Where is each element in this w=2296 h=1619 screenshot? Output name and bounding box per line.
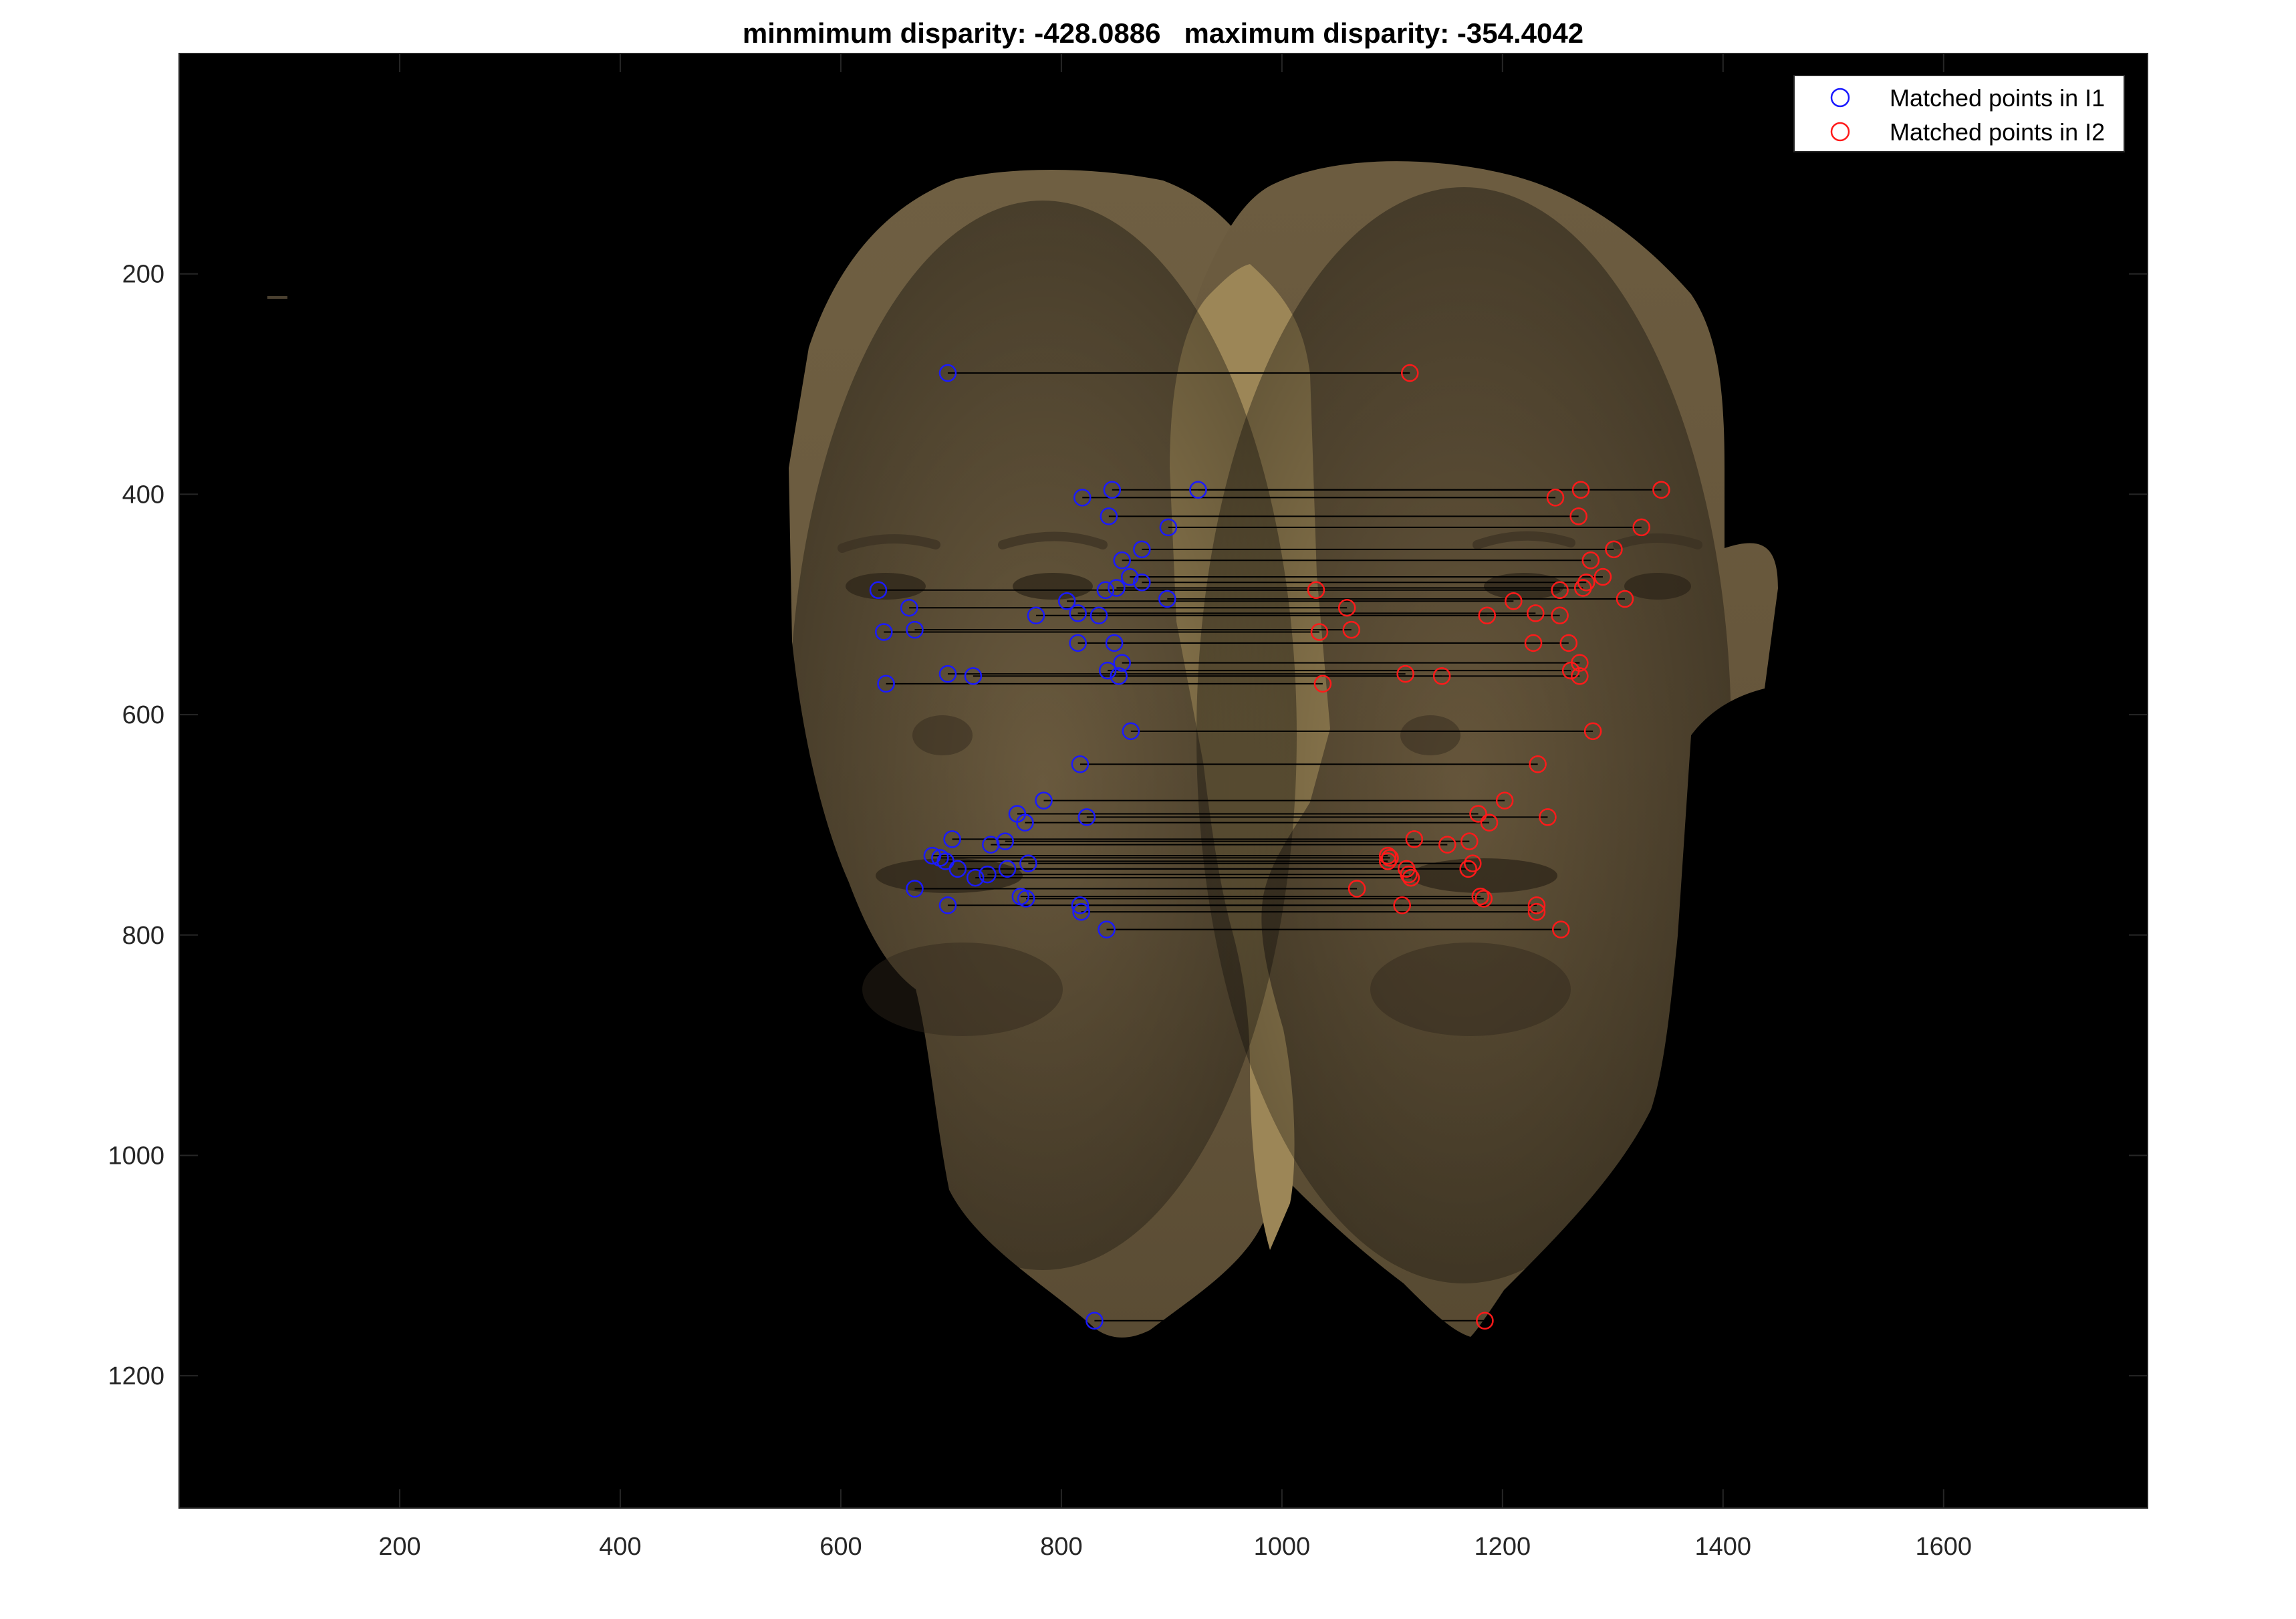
- x-tick-label: 1600: [1916, 1533, 1972, 1561]
- y-tick-label: 600: [122, 701, 164, 729]
- x-tick-label: 200: [378, 1533, 420, 1561]
- speck: [267, 296, 287, 299]
- y-tick-label: 800: [122, 922, 164, 950]
- x-tick-label: 800: [1040, 1533, 1082, 1561]
- y-tick-label: 400: [122, 481, 164, 509]
- y-tick-label: 200: [122, 261, 164, 289]
- x-tick-label: 1200: [1475, 1533, 1531, 1561]
- x-tick-label: 400: [599, 1533, 641, 1561]
- x-tick-label: 1000: [1254, 1533, 1311, 1561]
- legend-label-I1: Matched points in I1: [1890, 84, 2105, 112]
- face-shade-right: [1196, 187, 1731, 1283]
- x-tick-label: 600: [819, 1533, 862, 1561]
- x-tick-label: 1400: [1695, 1533, 1752, 1561]
- chart-title: minmimum disparity: -428.0886 maximum di…: [743, 17, 1583, 49]
- y-tick-label: 1000: [108, 1142, 164, 1170]
- legend-label-I2: Matched points in I2: [1890, 118, 2105, 146]
- figure: minmimum disparity: -428.0886 maximum di…: [108, 17, 2148, 1561]
- y-tick-label: 1200: [108, 1362, 164, 1390]
- legend: Matched points in I1 Matched points in I…: [1793, 75, 2125, 152]
